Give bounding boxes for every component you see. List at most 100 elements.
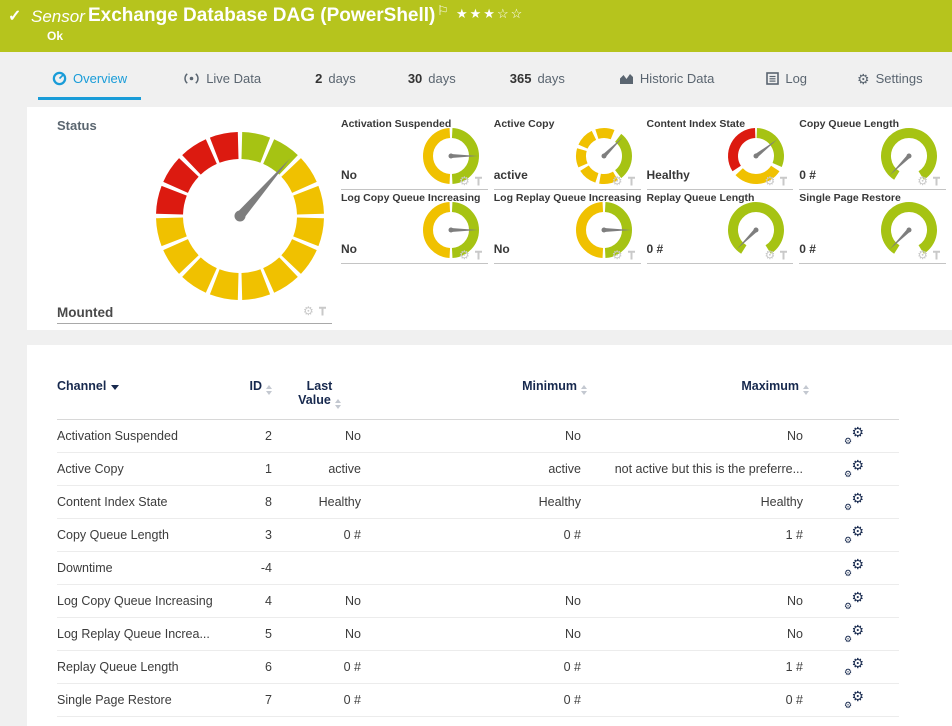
cell-last-value: 0 # bbox=[272, 684, 367, 717]
sort-arrows-icon bbox=[335, 399, 341, 409]
tab-log[interactable]: Log bbox=[752, 71, 821, 100]
column-header-channel[interactable]: Channel bbox=[57, 379, 242, 420]
gear-icon[interactable]: ⚙ bbox=[459, 175, 470, 187]
channel-settings-gears-icon[interactable]: ⚙⚙ bbox=[844, 525, 864, 543]
cell-maximum: 1 # bbox=[587, 651, 809, 684]
column-header-minimum[interactable]: Minimum bbox=[367, 379, 587, 420]
channel-gauge-panel: Copy Queue Length 0 # ⚙ bbox=[799, 116, 946, 190]
channel-settings-gears-icon[interactable]: ⚙⚙ bbox=[844, 459, 864, 477]
tab-historic-data[interactable]: Historic Data bbox=[605, 71, 728, 100]
channel-gauge-value: No bbox=[494, 242, 510, 256]
column-header-settings bbox=[809, 379, 899, 420]
pin-icon[interactable] bbox=[626, 250, 637, 261]
tab-365-days[interactable]: 365days bbox=[496, 71, 579, 100]
column-header-id[interactable]: ID bbox=[242, 379, 272, 420]
cell-maximum: 1 # bbox=[587, 519, 809, 552]
channel-gauge-value: 0 # bbox=[647, 242, 664, 256]
cell-channel[interactable]: Replay Queue Length bbox=[57, 651, 242, 684]
sensor-status-text: Ok bbox=[47, 29, 63, 43]
gear-icon[interactable]: ⚙ bbox=[612, 249, 623, 261]
cell-channel[interactable]: Content Index State bbox=[57, 486, 242, 519]
channel-settings-gears-icon[interactable]: ⚙⚙ bbox=[844, 426, 864, 444]
channel-gauge-panel: Single Page Restore 0 # ⚙ bbox=[799, 190, 946, 264]
channel-settings-gears-icon[interactable]: ⚙⚙ bbox=[844, 591, 864, 609]
cell-channel[interactable]: Downtime bbox=[57, 552, 242, 585]
cell-channel[interactable]: Active Copy bbox=[57, 453, 242, 486]
channel-gauge-value: active bbox=[494, 168, 528, 182]
cell-maximum: No bbox=[587, 585, 809, 618]
gear-icon[interactable]: ⚙ bbox=[764, 249, 775, 261]
cell-minimum: active bbox=[367, 453, 587, 486]
pin-icon[interactable] bbox=[931, 176, 942, 187]
cell-id: 2 bbox=[242, 420, 272, 453]
status-panel-value: Mounted bbox=[57, 305, 113, 320]
pin-icon[interactable] bbox=[778, 250, 789, 261]
status-channel-panel: Status Mounted ⚙ bbox=[27, 107, 341, 330]
gear-icon[interactable]: ⚙ bbox=[303, 305, 314, 317]
cell-maximum: No bbox=[587, 420, 809, 453]
cell-channel[interactable]: Log Replay Queue Increa... bbox=[57, 618, 242, 651]
channel-gauge-panel: Log Copy Queue Increasing No ⚙ bbox=[341, 190, 488, 264]
cell-channel[interactable]: Activation Suspended bbox=[57, 420, 242, 453]
channels-table: Channel ID Last Value Minimum Maximum Ac… bbox=[57, 379, 899, 717]
gear-icon[interactable]: ⚙ bbox=[459, 249, 470, 261]
cell-id: 3 bbox=[242, 519, 272, 552]
gear-icon[interactable]: ⚙ bbox=[764, 175, 775, 187]
cell-channel[interactable]: Single Page Restore bbox=[57, 684, 242, 717]
flag-icon[interactable]: ⚐ bbox=[437, 3, 449, 19]
gauges-card: Status Mounted ⚙ Activation Suspended No… bbox=[27, 107, 952, 330]
channel-settings-gears-icon[interactable]: ⚙⚙ bbox=[844, 492, 864, 510]
gear-icon[interactable]: ⚙ bbox=[917, 175, 928, 187]
cell-id: 4 bbox=[242, 585, 272, 618]
cell-id: 6 bbox=[242, 651, 272, 684]
channel-gauge-panel: Content Index State Healthy ⚙ bbox=[647, 116, 794, 190]
gear-icon[interactable]: ⚙ bbox=[917, 249, 928, 261]
pin-icon[interactable] bbox=[473, 250, 484, 261]
cell-id: 7 bbox=[242, 684, 272, 717]
pin-icon[interactable] bbox=[626, 176, 637, 187]
channel-settings-gears-icon[interactable]: ⚙⚙ bbox=[844, 657, 864, 675]
pin-icon[interactable] bbox=[931, 250, 942, 261]
pin-icon[interactable] bbox=[317, 306, 328, 317]
pin-icon[interactable] bbox=[473, 176, 484, 187]
column-header-last-value[interactable]: Last Value bbox=[272, 379, 367, 420]
cell-minimum: 0 # bbox=[367, 651, 587, 684]
tab-bar: Overview Live Data 2days 30days 365days … bbox=[0, 52, 952, 100]
gear-icon[interactable]: ⚙ bbox=[612, 175, 623, 187]
pin-icon[interactable] bbox=[778, 176, 789, 187]
cell-minimum: 0 # bbox=[367, 684, 587, 717]
priority-stars[interactable]: ★★★☆☆ bbox=[456, 6, 524, 22]
cell-maximum: No bbox=[587, 618, 809, 651]
area-chart-icon bbox=[619, 72, 634, 85]
channels-table-card: Channel ID Last Value Minimum Maximum Ac… bbox=[27, 345, 952, 726]
channel-settings-gears-icon[interactable]: ⚙⚙ bbox=[844, 558, 864, 576]
cell-id: 8 bbox=[242, 486, 272, 519]
channel-gauge-value: No bbox=[341, 168, 357, 182]
cell-last-value: No bbox=[272, 585, 367, 618]
channel-table-row: Replay Queue Length 6 0 # 0 # 1 # ⚙⚙ bbox=[57, 651, 899, 684]
channel-settings-gears-icon[interactable]: ⚙⚙ bbox=[844, 624, 864, 642]
cell-minimum: 0 # bbox=[367, 519, 587, 552]
tab-settings[interactable]: ⚙ Settings bbox=[843, 71, 937, 100]
channel-table-row: Content Index State 8 Healthy Healthy He… bbox=[57, 486, 899, 519]
channel-settings-gears-icon[interactable]: ⚙⚙ bbox=[844, 690, 864, 708]
cell-id: 1 bbox=[242, 453, 272, 486]
cell-maximum bbox=[587, 552, 809, 585]
channel-gauge-value: 0 # bbox=[799, 242, 816, 256]
tab-30-days[interactable]: 30days bbox=[394, 71, 470, 100]
cell-last-value: Healthy bbox=[272, 486, 367, 519]
status-ok-check-icon: ✓ bbox=[8, 6, 21, 26]
cell-channel[interactable]: Log Copy Queue Increasing bbox=[57, 585, 242, 618]
cell-last-value: active bbox=[272, 453, 367, 486]
column-header-maximum[interactable]: Maximum bbox=[587, 379, 809, 420]
tab-live-data[interactable]: Live Data bbox=[169, 71, 275, 100]
cell-minimum: No bbox=[367, 618, 587, 651]
sort-arrows-icon bbox=[266, 385, 272, 395]
tab-overview[interactable]: Overview bbox=[38, 71, 141, 100]
cell-id: -4 bbox=[242, 552, 272, 585]
cell-last-value bbox=[272, 552, 367, 585]
cell-channel[interactable]: Copy Queue Length bbox=[57, 519, 242, 552]
channel-gauge-panel: Replay Queue Length 0 # ⚙ bbox=[647, 190, 794, 264]
cell-maximum: not active but this is the preferre... bbox=[587, 453, 809, 486]
tab-2-days[interactable]: 2days bbox=[301, 71, 370, 100]
